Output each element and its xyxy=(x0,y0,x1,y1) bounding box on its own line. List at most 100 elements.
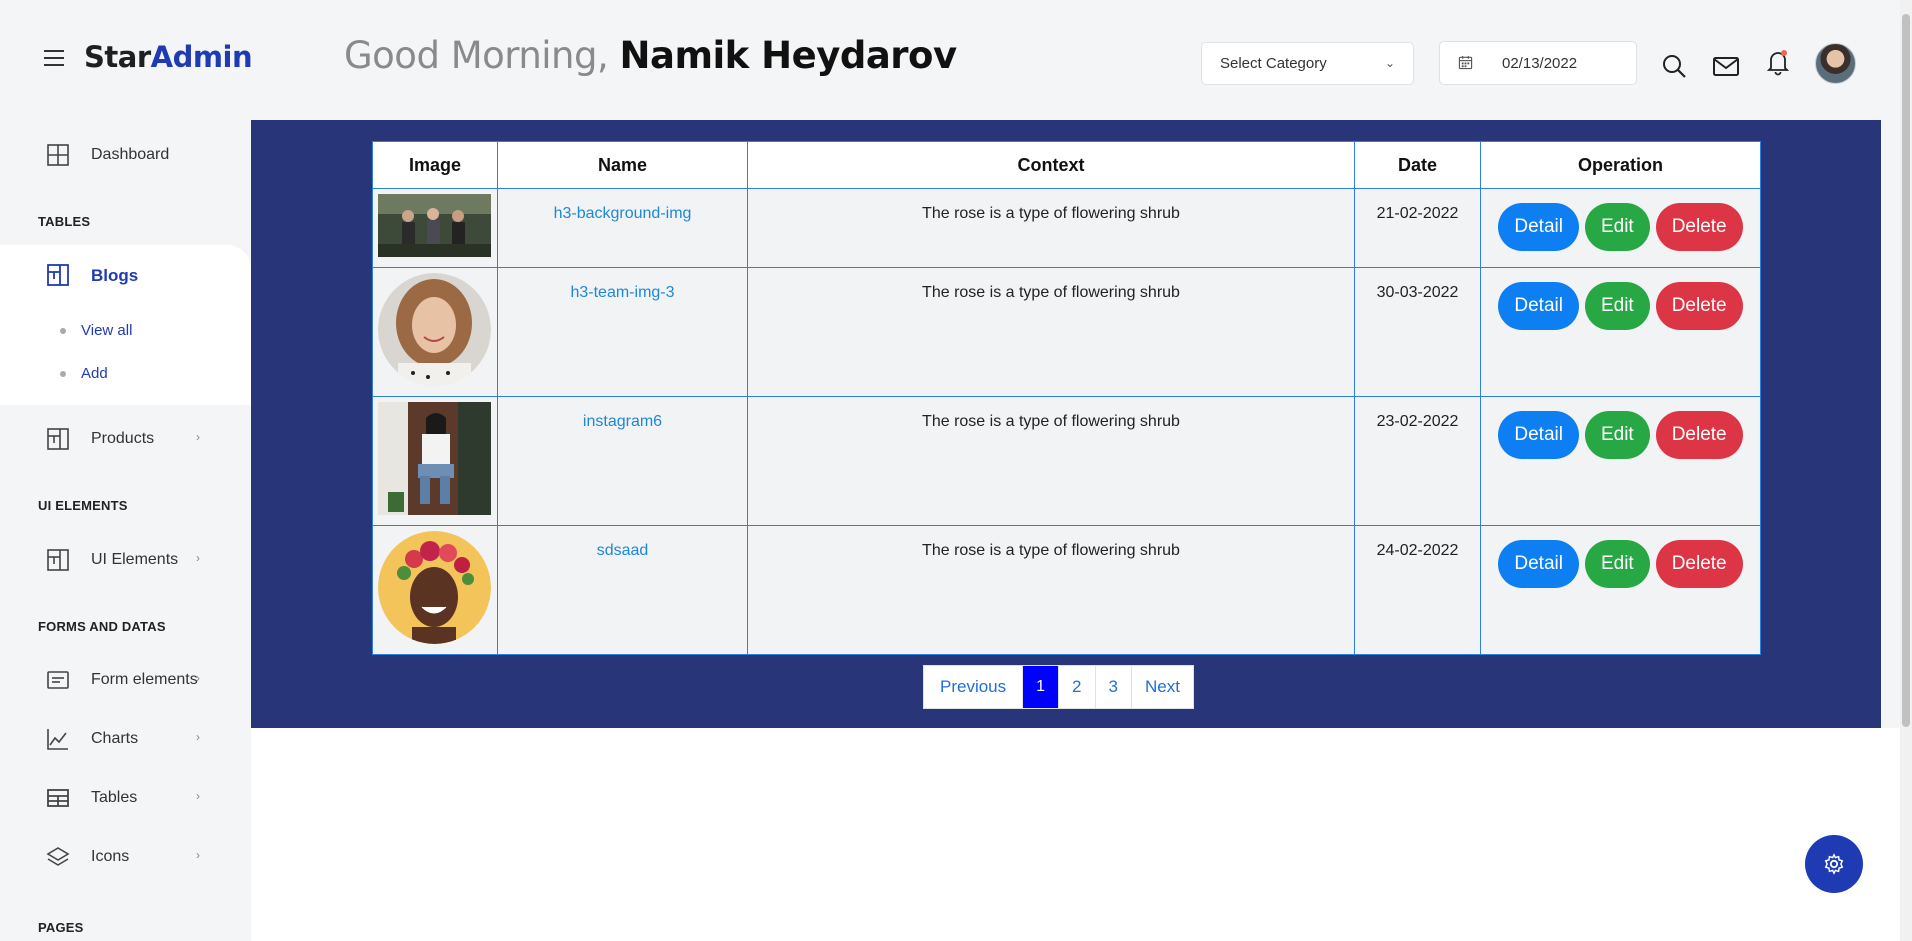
blogs-table: Image Name Context Date Operation h3-bac… xyxy=(372,141,1761,655)
layers-icon xyxy=(46,847,70,866)
sidebar-item-charts[interactable]: Charts › xyxy=(0,717,251,757)
calendar-icon xyxy=(1458,55,1473,70)
sidebar-subitem-add[interactable]: Add xyxy=(60,365,108,382)
section-heading-forms: FORMS AND DATAS xyxy=(38,619,166,634)
table-row: instagram6 The rose is a type of floweri… xyxy=(372,396,1761,526)
pagination-page-1[interactable]: 1 xyxy=(1023,666,1060,708)
sidebar-item-label: Form elements xyxy=(91,671,198,688)
pagination: Previous 1 2 3 Next xyxy=(923,665,1194,709)
image-cell xyxy=(372,525,498,655)
chevron-right-icon: › xyxy=(196,848,200,862)
column-header: Name xyxy=(497,141,748,189)
layout-icon xyxy=(47,549,69,571)
mail-icon[interactable] xyxy=(1712,52,1740,80)
sidebar: Dashboard TABLES Blogs View all Add Prod… xyxy=(0,120,251,941)
date-cell: 21-02-2022 xyxy=(1354,188,1481,268)
image-cell xyxy=(372,188,498,268)
bell-icon[interactable] xyxy=(1764,48,1792,76)
edit-button[interactable]: Edit xyxy=(1584,540,1650,588)
layout-icon xyxy=(47,264,69,286)
pagination-next[interactable]: Next xyxy=(1132,666,1193,708)
context-cell: The rose is a type of flowering shrub xyxy=(747,188,1355,268)
context-cell: The rose is a type of flowering shrub xyxy=(747,396,1355,526)
subitem-label: Add xyxy=(81,365,108,382)
sidebar-item-products[interactable]: Products › xyxy=(0,417,251,457)
sidebar-item-dashboard[interactable]: Dashboard xyxy=(0,133,251,173)
detail-button[interactable]: Detail xyxy=(1498,411,1579,459)
date-cell: 30-03-2022 xyxy=(1354,267,1481,397)
operation-cell: Detail Edit Delete xyxy=(1480,188,1761,268)
column-header: Image xyxy=(372,141,498,189)
edit-button[interactable]: Edit xyxy=(1584,203,1650,251)
pagination-page-2[interactable]: 2 xyxy=(1059,666,1096,708)
row-image-woman-portrait[interactable] xyxy=(378,273,491,386)
chevron-right-icon: › xyxy=(196,671,200,685)
name-cell: instagram6 xyxy=(497,396,748,526)
date-picker[interactable]: 02/13/2022 xyxy=(1439,41,1637,85)
delete-button[interactable]: Delete xyxy=(1655,203,1743,251)
gear-icon xyxy=(1824,853,1844,875)
column-header: Context xyxy=(747,141,1355,189)
detail-button[interactable]: Detail xyxy=(1498,540,1579,588)
sidebar-item-ui-elements[interactable]: UI Elements › xyxy=(0,538,251,578)
edit-button[interactable]: Edit xyxy=(1584,282,1650,330)
date-cell: 23-02-2022 xyxy=(1354,396,1481,526)
content-footer-area xyxy=(251,728,1900,941)
sidebar-item-tables[interactable]: Tables › xyxy=(0,776,251,816)
search-icon[interactable] xyxy=(1660,52,1688,80)
table-icon xyxy=(47,789,69,807)
category-select-label: Select Category xyxy=(1220,55,1327,72)
sidebar-subitem-view-all[interactable]: View all xyxy=(59,322,133,339)
delete-button[interactable]: Delete xyxy=(1655,540,1743,588)
edit-button[interactable]: Edit xyxy=(1584,411,1650,459)
sidebar-item-label: Tables xyxy=(91,789,138,806)
brand-part1: Star xyxy=(84,40,151,74)
context-cell: The rose is a type of flowering shrub xyxy=(747,267,1355,397)
sidebar-item-label: Products xyxy=(91,430,155,447)
grid-icon xyxy=(47,144,69,166)
pagination-page-3[interactable]: 3 xyxy=(1096,666,1132,708)
menu-toggle-icon[interactable] xyxy=(44,50,64,66)
row-name-link[interactable]: h3-team-img-3 xyxy=(570,284,674,301)
category-select[interactable]: Select Category ⌄ xyxy=(1201,42,1414,85)
table-row: sdsaad The rose is a type of flowering s… xyxy=(372,525,1761,655)
row-name-link[interactable]: instagram6 xyxy=(583,413,662,430)
row-name-link[interactable]: h3-background-img xyxy=(554,205,692,222)
layout-icon xyxy=(47,428,69,450)
row-image-flower-crown[interactable] xyxy=(378,531,491,644)
sidebar-item-icons[interactable]: Icons › xyxy=(0,835,251,875)
section-heading-ui-elements: UI ELEMENTS xyxy=(38,498,128,513)
operation-cell: Detail Edit Delete xyxy=(1480,396,1761,526)
sidebar-item-label: Dashboard xyxy=(91,146,170,163)
pagination-previous[interactable]: Previous xyxy=(924,666,1024,708)
row-image-group-photo[interactable] xyxy=(378,194,491,257)
greeting: Good Morning, Namik Heydarov xyxy=(344,34,957,77)
chevron-down-icon: ⌄ xyxy=(1384,56,1395,70)
detail-button[interactable]: Detail xyxy=(1498,282,1579,330)
context-cell: The rose is a type of flowering shrub xyxy=(747,525,1355,655)
page-scrollbar[interactable] xyxy=(1900,0,1912,941)
chevron-right-icon: › xyxy=(196,730,200,744)
delete-button[interactable]: Delete xyxy=(1655,282,1743,330)
name-cell: h3-background-img xyxy=(497,188,748,268)
table-header-row: Image Name Context Date Operation xyxy=(372,141,1761,189)
date-value: 02/13/2022 xyxy=(1502,55,1578,72)
delete-button[interactable]: Delete xyxy=(1655,411,1743,459)
sidebar-item-form-elements[interactable]: Form elements › xyxy=(0,658,251,698)
column-header: Operation xyxy=(1480,141,1761,189)
row-name-link[interactable]: sdsaad xyxy=(597,542,649,559)
brand-logo[interactable]: StarAdmin xyxy=(84,40,253,74)
settings-button[interactable] xyxy=(1805,835,1863,893)
sidebar-item-label: Icons xyxy=(91,848,130,865)
sidebar-item-label: Blogs xyxy=(91,266,139,285)
avatar[interactable] xyxy=(1815,43,1856,84)
scrollbar-thumb[interactable] xyxy=(1902,14,1910,727)
operation-cell: Detail Edit Delete xyxy=(1480,525,1761,655)
brand-part2: Admin xyxy=(150,40,253,74)
detail-button[interactable]: Detail xyxy=(1498,203,1579,251)
row-image-woman-sitting[interactable] xyxy=(378,402,491,515)
name-cell: sdsaad xyxy=(497,525,748,655)
sidebar-item-blogs[interactable]: Blogs xyxy=(0,253,251,293)
subitem-label: View all xyxy=(81,322,133,339)
chevron-right-icon: › xyxy=(196,789,200,803)
